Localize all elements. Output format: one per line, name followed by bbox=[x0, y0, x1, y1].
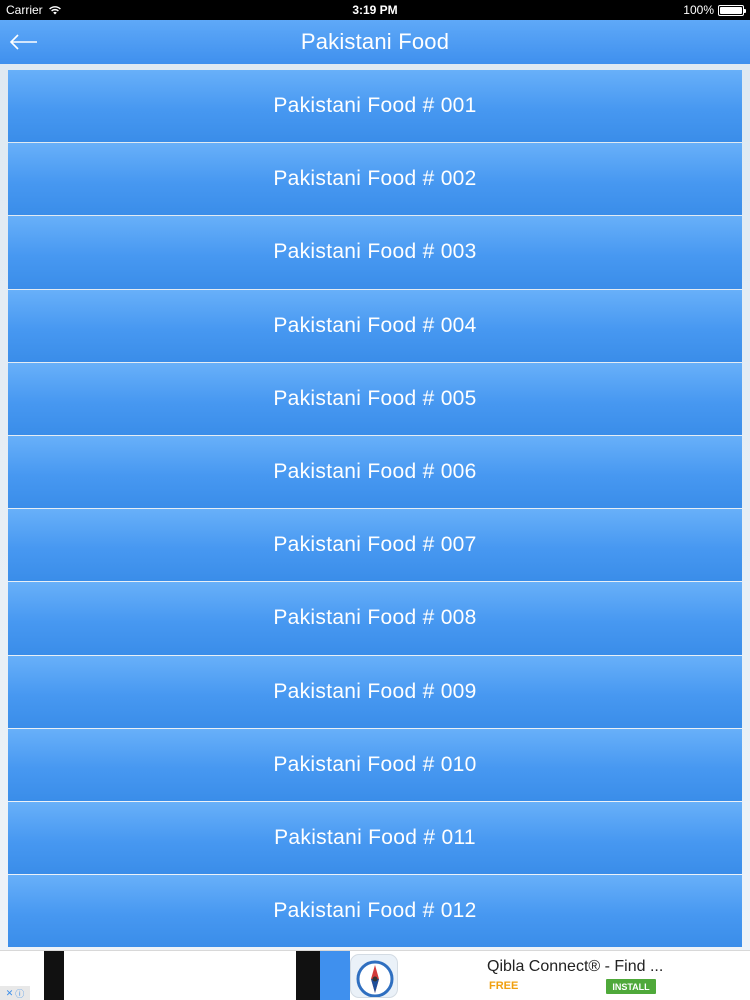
list-item[interactable]: Pakistani Food # 001 bbox=[8, 70, 742, 143]
battery-percent: 100% bbox=[683, 3, 714, 17]
list-item[interactable]: Pakistani Food # 010 bbox=[8, 728, 742, 801]
list-item-label: Pakistani Food # 007 bbox=[273, 533, 477, 557]
list-item[interactable]: Pakistani Food # 002 bbox=[8, 143, 742, 216]
status-time: 3:19 PM bbox=[352, 3, 398, 17]
list-item[interactable]: Pakistani Food # 005 bbox=[8, 362, 742, 435]
page-title: Pakistani Food bbox=[300, 29, 450, 54]
ad-image-accent bbox=[320, 951, 350, 1000]
install-button[interactable]: INSTALL bbox=[606, 979, 656, 994]
list-item-label: Pakistani Food # 006 bbox=[273, 460, 477, 484]
arrow-left-icon bbox=[9, 34, 37, 50]
navigation-bar: Pakistani Food bbox=[0, 20, 750, 64]
list-item-label: Pakistani Food # 001 bbox=[273, 94, 477, 118]
ad-banner[interactable]: ✕ ⓘ Qibla Connect® - Find ... FREE INSTA… bbox=[0, 950, 750, 1000]
compass-icon bbox=[350, 954, 398, 998]
list-item[interactable]: Pakistani Food # 006 bbox=[8, 435, 742, 509]
close-icon[interactable]: ✕ bbox=[6, 988, 14, 999]
list-item-label: Pakistani Food # 009 bbox=[273, 679, 477, 703]
battery-level bbox=[720, 6, 742, 14]
list-item-label: Pakistani Food # 012 bbox=[273, 899, 477, 923]
list-item[interactable]: Pakistani Food # 012 bbox=[8, 875, 742, 948]
status-bar: Carrier 3:19 PM 100% bbox=[0, 0, 750, 20]
list-item-label: Pakistani Food # 002 bbox=[273, 167, 477, 191]
list-item-label: Pakistani Food # 005 bbox=[273, 386, 477, 410]
list-item[interactable]: Pakistani Food # 003 bbox=[8, 216, 742, 289]
food-list: Pakistani Food # 001 Pakistani Food # 00… bbox=[0, 64, 750, 950]
ad-app-name[interactable]: Qibla Connect® - Find ... bbox=[487, 958, 663, 976]
list-item[interactable]: Pakistani Food # 011 bbox=[8, 801, 742, 875]
back-button[interactable] bbox=[6, 26, 42, 58]
list-item[interactable]: Pakistani Food # 004 bbox=[8, 289, 742, 362]
list-item[interactable]: Pakistani Food # 007 bbox=[8, 509, 742, 582]
list-item-label: Pakistani Food # 004 bbox=[273, 313, 477, 337]
list-item-label: Pakistani Food # 011 bbox=[274, 825, 476, 849]
info-icon[interactable]: ⓘ bbox=[15, 987, 24, 1000]
list-item-label: Pakistani Food # 008 bbox=[273, 606, 477, 630]
ad-image-segment bbox=[64, 951, 296, 1000]
status-right: 100% bbox=[683, 3, 746, 17]
status-left: Carrier bbox=[6, 3, 62, 17]
list-item-label: Pakistani Food # 010 bbox=[273, 752, 477, 776]
list-item-label: Pakistani Food # 003 bbox=[273, 240, 477, 264]
ad-price: FREE bbox=[489, 980, 519, 992]
list-item[interactable]: Pakistani Food # 009 bbox=[8, 655, 742, 728]
wifi-icon bbox=[48, 6, 61, 15]
ad-choices-badge[interactable]: ✕ ⓘ bbox=[0, 986, 30, 1000]
list-item[interactable]: Pakistani Food # 008 bbox=[8, 582, 742, 655]
battery-icon bbox=[718, 4, 746, 16]
carrier-label: Carrier bbox=[6, 3, 43, 17]
ad-image-divider bbox=[296, 951, 314, 1000]
